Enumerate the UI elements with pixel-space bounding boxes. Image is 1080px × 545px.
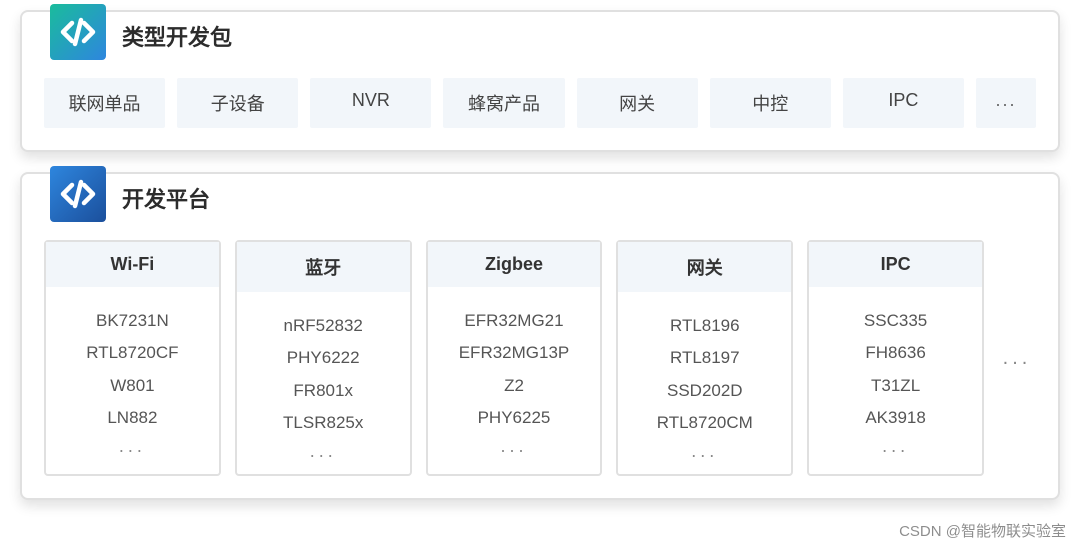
type-chip-more[interactable]: ...	[976, 78, 1036, 128]
platform-column-header: IPC	[809, 242, 982, 287]
type-chip[interactable]: IPC	[843, 78, 964, 128]
platform-item: Z2	[428, 370, 601, 402]
ellipsis-icon: ...	[618, 441, 791, 462]
platform-item: BK7231N	[46, 305, 219, 337]
code-bracket-icon	[50, 166, 106, 222]
platform-item: LN882	[46, 402, 219, 434]
platform-item: EFR32MG13P	[428, 337, 601, 369]
platform-column-header: 蓝牙	[237, 242, 410, 292]
panel-platforms-title: 开发平台	[122, 182, 210, 214]
platform-item: W801	[46, 370, 219, 402]
platform-column-header: Zigbee	[428, 242, 601, 287]
platform-item: EFR32MG21	[428, 305, 601, 337]
platform-item: SSC335	[809, 305, 982, 337]
platform-item: T31ZL	[809, 370, 982, 402]
platform-item: AK3918	[809, 402, 982, 434]
platform-column-wifi: Wi-Fi BK7231N RTL8720CF W801 LN882 ...	[44, 240, 221, 476]
platform-columns: Wi-Fi BK7231N RTL8720CF W801 LN882 ... 蓝…	[44, 240, 1036, 476]
watermark-text: CSDN @智能物联实验室	[899, 520, 1066, 541]
platform-column-header: 网关	[618, 242, 791, 292]
panel-platforms-body: Wi-Fi BK7231N RTL8720CF W801 LN882 ... 蓝…	[22, 174, 1058, 498]
type-chip[interactable]: NVR	[310, 78, 431, 128]
platform-item: RTL8196	[618, 310, 791, 342]
type-chip[interactable]: 网关	[577, 78, 698, 128]
type-chip[interactable]: 联网单品	[44, 78, 165, 128]
platform-column-header: Wi-Fi	[46, 242, 219, 287]
ellipsis-icon: ...	[428, 436, 601, 457]
platform-column-zigbee: Zigbee EFR32MG21 EFR32MG13P Z2 PHY6225 .…	[426, 240, 603, 476]
panel-platforms: 开发平台 Wi-Fi BK7231N RTL8720CF W801 LN882 …	[20, 172, 1060, 500]
platform-item: SSD202D	[618, 375, 791, 407]
columns-more-indicator: ...	[998, 240, 1036, 476]
type-chip[interactable]: 蜂窝产品	[443, 78, 564, 128]
platform-item: RTL8720CF	[46, 337, 219, 369]
type-chip-row: 联网单品 子设备 NVR 蜂窝产品 网关 中控 IPC ...	[44, 78, 1036, 128]
platform-item: nRF52832	[237, 310, 410, 342]
platform-item: PHY6222	[237, 342, 410, 374]
platform-item: RTL8720CM	[618, 407, 791, 439]
panel-types: 类型开发包 联网单品 子设备 NVR 蜂窝产品 网关 中控 IPC ...	[20, 10, 1060, 152]
platform-column-ipc: IPC SSC335 FH8636 T31ZL AK3918 ...	[807, 240, 984, 476]
ellipsis-icon: ...	[46, 436, 219, 457]
platform-item: FH8636	[809, 337, 982, 369]
ellipsis-icon: ...	[809, 436, 982, 457]
code-bracket-icon	[50, 4, 106, 60]
type-chip[interactable]: 子设备	[177, 78, 298, 128]
platform-item: PHY6225	[428, 402, 601, 434]
panel-types-title: 类型开发包	[122, 20, 232, 52]
platform-item: TLSR825x	[237, 407, 410, 439]
platform-item: RTL8197	[618, 342, 791, 374]
platform-column-bluetooth: 蓝牙 nRF52832 PHY6222 FR801x TLSR825x ...	[235, 240, 412, 476]
ellipsis-icon: ...	[237, 441, 410, 462]
type-chip[interactable]: 中控	[710, 78, 831, 128]
platform-item: FR801x	[237, 375, 410, 407]
platform-column-gateway: 网关 RTL8196 RTL8197 SSD202D RTL8720CM ...	[616, 240, 793, 476]
